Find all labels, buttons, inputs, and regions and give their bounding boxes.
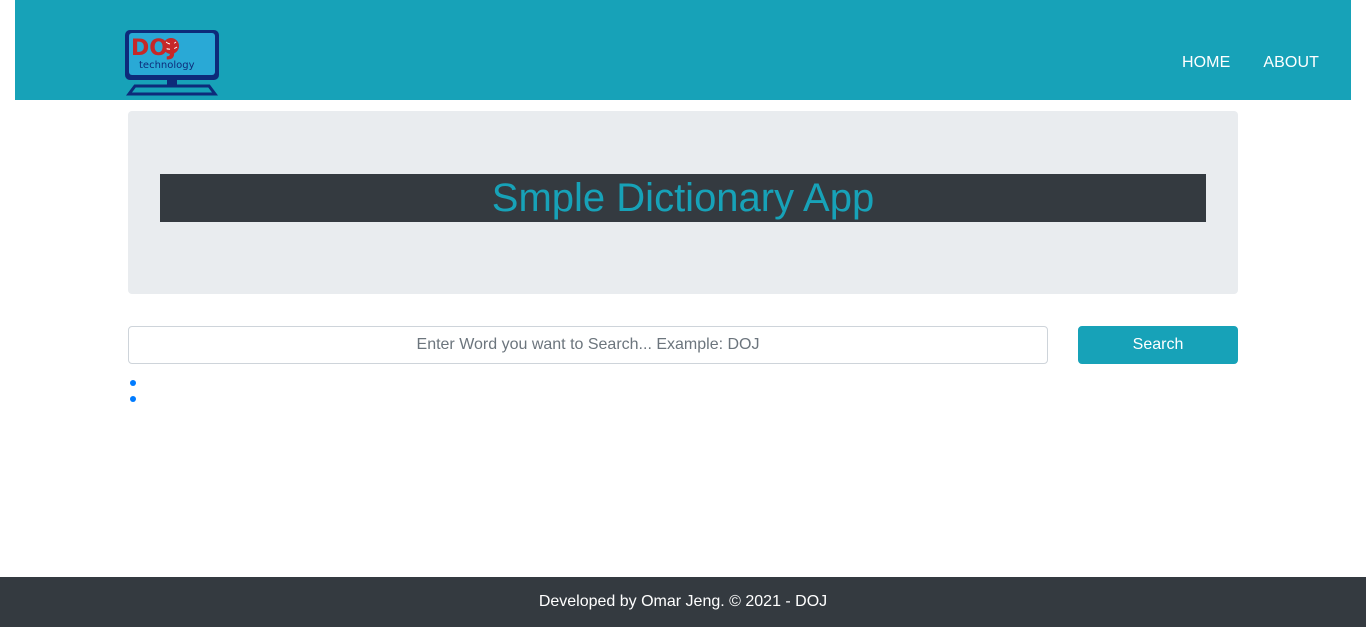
hero-jumbotron: Smple Dictionary App xyxy=(128,111,1238,294)
svg-text:technology: technology xyxy=(139,60,195,71)
brand-logo[interactable]: DOJ technology xyxy=(123,28,221,96)
nav-home-link[interactable]: HOME xyxy=(1182,54,1230,72)
list-item xyxy=(130,396,136,402)
monitor-logo-icon: DOJ technology xyxy=(125,30,219,96)
nav-about-link[interactable]: ABOUT xyxy=(1263,54,1319,72)
search-input[interactable] xyxy=(128,326,1048,364)
search-button[interactable]: Search xyxy=(1078,326,1238,364)
list-item xyxy=(130,380,136,386)
title-bar: Smple Dictionary App xyxy=(160,174,1206,222)
results-list xyxy=(130,377,136,412)
svg-text:DOJ: DOJ xyxy=(131,36,176,61)
footer-text: Developed by Omar Jeng. © 2021 - DOJ xyxy=(538,593,828,610)
footer: Developed by Omar Jeng. © 2021 - DOJ xyxy=(0,577,1366,627)
nav-links: HOME ABOUT xyxy=(1182,54,1319,72)
page-title: Smple Dictionary App xyxy=(491,176,875,220)
navbar: DOJ technology HOME ABOUT xyxy=(15,0,1351,100)
